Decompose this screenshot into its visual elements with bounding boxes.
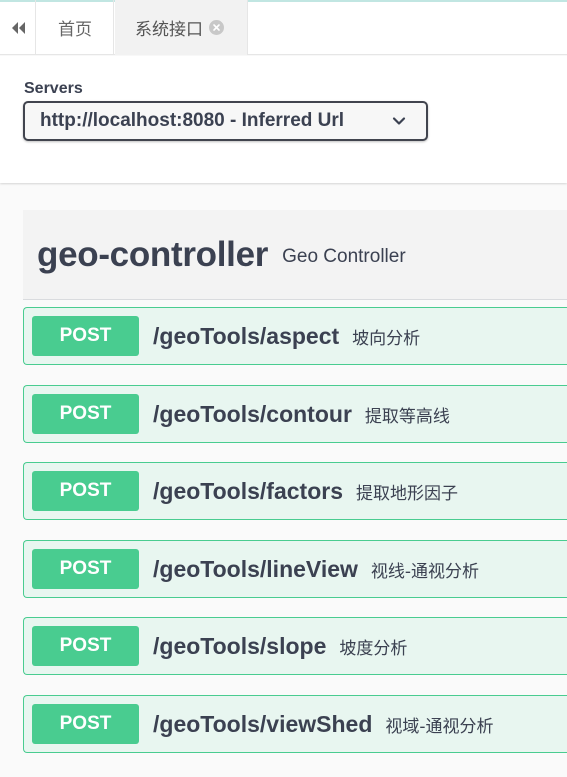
servers-selected-value: http://localhost:8080 - Inferred Url [40, 110, 345, 131]
servers-panel: Servers http://localhost:8080 - Inferred… [0, 56, 567, 183]
servers-label: Servers [24, 80, 83, 97]
operation-summary: 提取等高线 [364, 406, 450, 427]
method-badge: POST [32, 626, 139, 666]
operation-summary: 坡度分析 [339, 638, 408, 659]
operation-summary: 提取地形因子 [356, 483, 458, 504]
method-badge: POST [32, 549, 139, 589]
operation-path: /geoTools/lineView [153, 555, 358, 582]
method-badge: POST [32, 704, 139, 744]
operation-path: /geoTools/factors [153, 477, 343, 504]
tag-section-header[interactable]: geo-controller Geo Controller [23, 210, 567, 300]
operation-slope[interactable]: POST /geoTools/slope 坡度分析 [23, 617, 567, 675]
method-badge: POST [32, 394, 139, 434]
method-badge: POST [32, 316, 139, 356]
operation-aspect[interactable]: POST /geoTools/aspect 坡向分析 [23, 307, 567, 365]
tag-name: geo-controller [37, 234, 269, 274]
operation-summary: 视线-通视分析 [370, 561, 480, 582]
tab-home[interactable]: 首页 [37, 0, 114, 55]
operation-lineview[interactable]: POST /geoTools/lineView 视线-通视分析 [23, 540, 567, 598]
method-badge: POST [32, 471, 139, 511]
collapse-tabs-button[interactable] [0, 0, 36, 55]
operation-factors[interactable]: POST /geoTools/factors 提取地形因子 [23, 462, 567, 520]
operation-viewshed[interactable]: POST /geoTools/viewShed 视域-通视分析 [23, 695, 567, 753]
tag-description: Geo Controller [282, 245, 406, 267]
chevron-down-icon [392, 117, 406, 125]
close-circle-icon[interactable] [209, 20, 224, 35]
operation-summary: 视域-通视分析 [385, 716, 494, 737]
tab-system-api[interactable]: 系统接口 [115, 0, 248, 55]
tab-system-api-label: 系统接口 [135, 20, 203, 40]
operation-summary: 坡向分析 [352, 328, 421, 349]
tab-home-label: 首页 [58, 20, 92, 40]
operation-path: /geoTools/viewShed [153, 710, 373, 737]
operation-contour[interactable]: POST /geoTools/contour 提取等高线 [23, 385, 567, 443]
double-chevron-left-icon [11, 21, 25, 34]
tab-bar: 首页 系统接口 [0, 0, 567, 55]
operation-path: /geoTools/aspect [153, 322, 340, 349]
operation-path: /geoTools/slope [153, 632, 327, 659]
operation-path: /geoTools/contour [153, 400, 352, 427]
servers-select[interactable]: http://localhost:8080 - Inferred Url [23, 101, 428, 141]
